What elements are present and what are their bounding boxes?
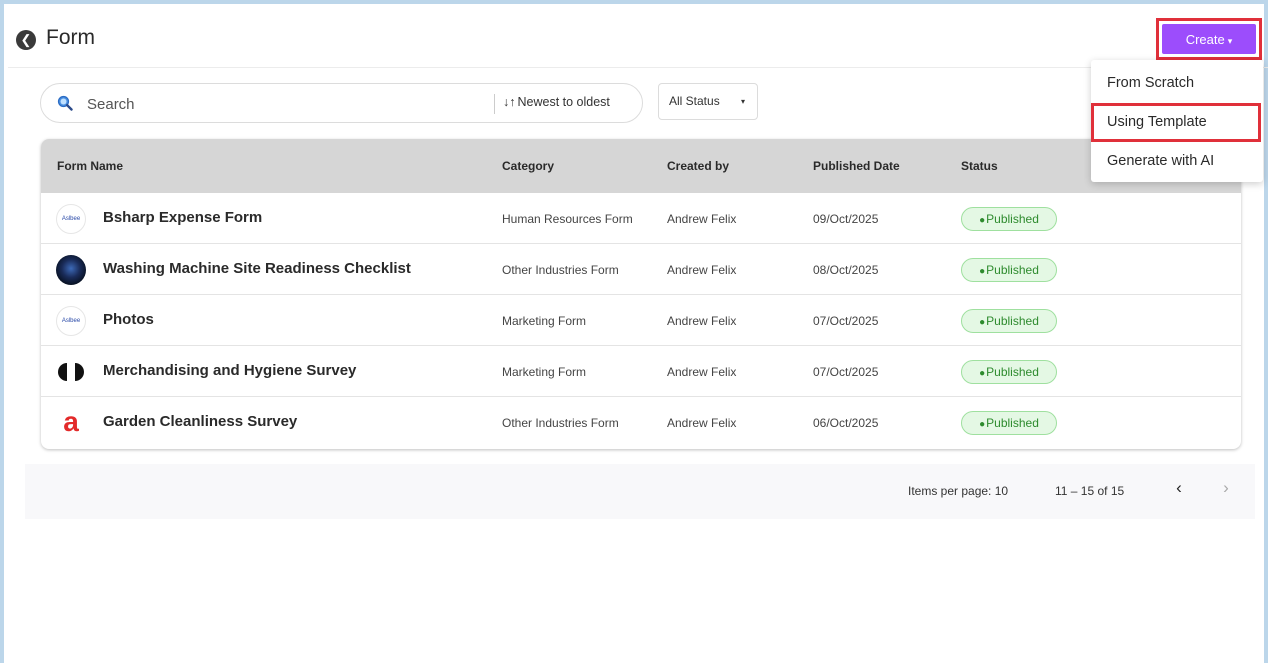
table-row[interactable]: Aslbee Bsharp Expense Form Human Resourc… [41,193,1241,244]
avatar: Aslbee [56,204,86,234]
status-badge-label: Published [986,416,1039,430]
status-badge-label: Published [986,212,1039,226]
column-header-status[interactable]: Status [961,159,998,173]
status-badge: ●Published [961,360,1057,384]
search-bar: ↓↑Newest to oldest [40,83,643,123]
column-header-form-name[interactable]: Form Name [57,159,123,173]
forms-table: Form Name Category Created by Published … [41,139,1241,449]
status-filter-select[interactable]: All Status ▾ [658,83,758,120]
table-row[interactable]: Merchandising and Hygiene Survey Marketi… [41,346,1241,397]
menu-item-generate-with-ai[interactable]: Generate with AI [1091,142,1263,180]
sort-divider [494,94,495,114]
app-content: ❮ Form Create ▾ From Scratch Using Templa… [8,8,1268,663]
form-name[interactable]: Bsharp Expense Form [103,209,262,226]
status-badge: ●Published [961,207,1057,231]
create-button[interactable]: Create ▾ [1162,24,1256,54]
status-badge-label: Published [986,263,1039,277]
created-by-cell: Andrew Felix [667,314,737,328]
search-icon [57,95,73,111]
create-menu: From Scratch Using Template Generate wit… [1091,60,1263,182]
column-header-created-by[interactable]: Created by [667,159,729,173]
created-by-cell: Andrew Felix [667,416,737,430]
created-by-cell: Andrew Felix [667,263,737,277]
status-badge: ●Published [961,258,1057,282]
status-dot-icon: ● [979,215,986,226]
table-row[interactable]: a Garden Cleanliness Survey Other Indust… [41,397,1241,448]
menu-item-from-scratch[interactable]: From Scratch [1091,64,1263,102]
published-date-cell: 07/Oct/2025 [813,314,879,328]
created-by-cell: Andrew Felix [667,212,737,226]
create-button-highlight: Create ▾ [1156,18,1262,60]
published-date-cell: 07/Oct/2025 [813,365,879,379]
chevron-down-icon: ▾ [1227,35,1233,46]
status-dot-icon: ● [979,419,986,430]
status-dot-icon: ● [979,266,986,277]
status-dot-icon: ● [979,368,986,379]
status-badge-label: Published [986,314,1039,328]
app-frame: ❮ Form Create ▾ From Scratch Using Templa… [0,0,1268,663]
table-row[interactable]: Aslbee Photos Marketing Form Andrew Feli… [41,295,1241,346]
category-cell: Marketing Form [502,314,587,328]
page-title: Form [46,26,95,49]
status-filter-value: All Status [669,94,720,108]
chevron-down-icon: ▾ [740,97,745,106]
table-row[interactable]: Washing Machine Site Readiness Checklist… [41,244,1241,295]
column-header-category[interactable]: Category [502,159,554,173]
pagination-range: 11 – 15 of 15 [1055,484,1125,498]
column-header-published-date[interactable]: Published Date [813,159,900,173]
form-name[interactable]: Washing Machine Site Readiness Checklist [103,260,411,277]
table-header: Form Name Category Created by Published … [41,139,1241,193]
status-dot-icon: ● [979,317,986,328]
status-badge: ●Published [961,309,1057,333]
published-date-cell: 08/Oct/2025 [813,263,879,277]
status-badge-label: Published [986,365,1039,379]
pagination-bar: Items per page: 10 11 – 15 of 15 ‹ › [25,464,1255,519]
sort-label: Newest to oldest [517,95,610,109]
create-button-label: Create [1185,31,1225,47]
category-cell: Human Resources Form [502,212,633,226]
form-name[interactable]: Garden Cleanliness Survey [103,413,297,430]
category-cell: Marketing Form [502,365,587,379]
sort-button[interactable]: ↓↑ Newest to oldest [503,95,610,109]
published-date-cell: 09/Oct/2025 [813,212,879,226]
back-circle-icon[interactable]: ❮ [16,30,36,50]
avatar: a [56,408,86,438]
menu-item-using-template[interactable]: Using Template [1091,103,1263,141]
form-name[interactable]: Photos [103,311,154,328]
avatar [56,255,86,285]
chevron-left-icon[interactable]: ‹ [1167,478,1191,502]
avatar: Aslbee [56,306,86,336]
published-date-cell: 06/Oct/2025 [813,416,879,430]
items-per-page[interactable]: Items per page: 10 [908,484,1008,498]
status-badge: ●Published [961,411,1057,435]
search-input[interactable] [87,93,487,115]
avatar [56,357,86,387]
category-cell: Other Industries Form [502,263,619,277]
form-name[interactable]: Merchandising and Hygiene Survey [103,362,356,379]
category-cell: Other Industries Form [502,416,619,430]
chevron-right-icon[interactable]: › [1214,478,1238,502]
top-bar: ❮ Form Create ▾ [8,8,1268,68]
sort-icon: ↓↑ [503,95,516,109]
created-by-cell: Andrew Felix [667,365,737,379]
